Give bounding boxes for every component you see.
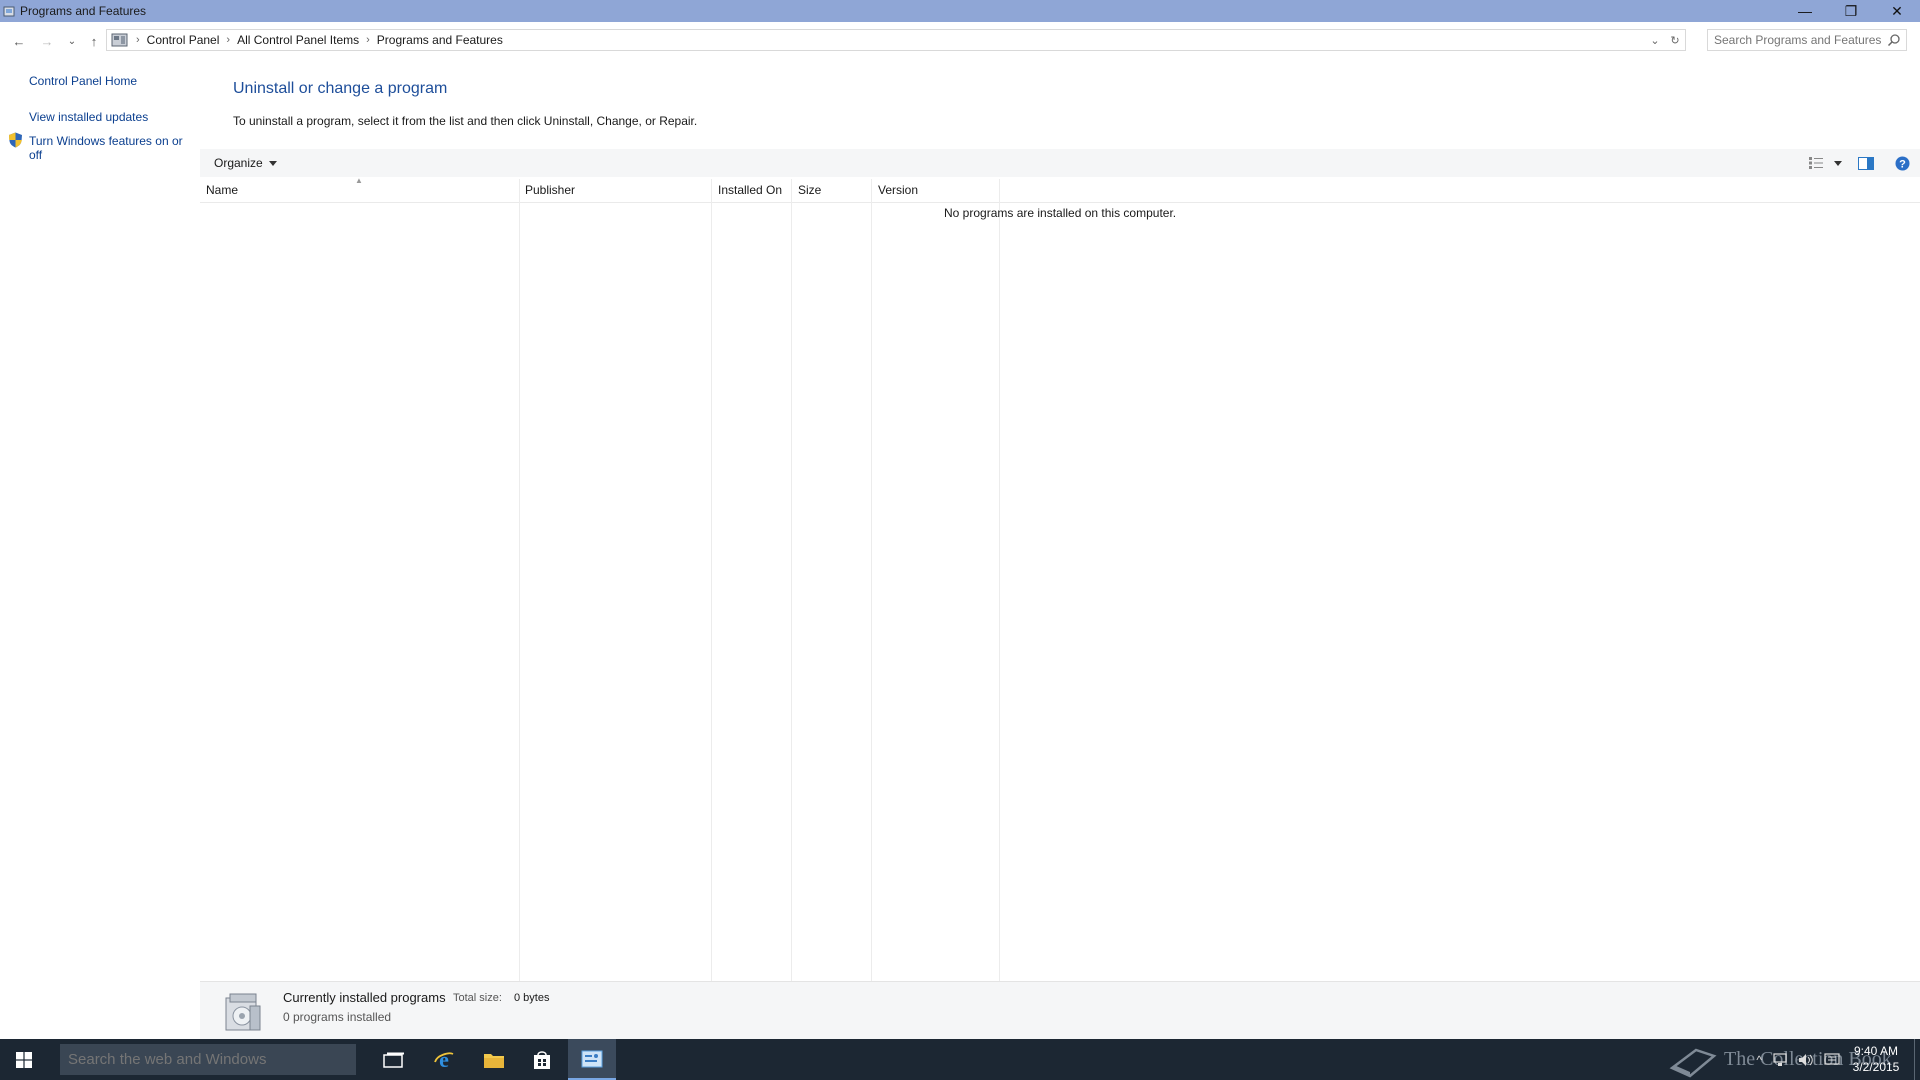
total-size-label: Total size: [453,992,502,1004]
organize-label: Organize [214,156,263,170]
internet-explorer-button[interactable]: e [420,1039,468,1080]
taskbar-search-input[interactable] [68,1051,348,1068]
file-explorer-button[interactable] [470,1039,518,1080]
breadcrumb-all-items[interactable]: All Control Panel Items [237,33,359,47]
svg-text:e: e [439,1049,449,1071]
system-tray: ^ [1756,1039,1840,1080]
clock[interactable]: 9:40 AM 3/2/2015 [1846,1043,1906,1075]
column-divider[interactable] [791,179,792,981]
window-title: Programs and Features [20,4,147,18]
address-dropdown-icon[interactable]: ⌄ [1645,30,1665,50]
restore-button[interactable]: ❐ [1828,0,1874,22]
taskbar-search-box[interactable] [60,1044,356,1075]
installed-programs-icon [225,993,261,1031]
view-options-button[interactable] [1828,149,1848,177]
clock-date: 3/2/2015 [1852,1060,1900,1074]
column-header-name[interactable]: Name [206,183,238,197]
store-button[interactable] [518,1039,566,1080]
up-button[interactable]: ↑ [83,30,105,52]
chevron-down-icon [1834,160,1842,166]
back-button[interactable]: ← [8,30,30,52]
address-bar: ← → ⌄ ↑ › Control Panel › All Control Pa… [0,29,1920,53]
windows-features-link-line1: Turn Windows features on or [29,134,183,148]
recent-locations-button[interactable]: ⌄ [61,30,83,52]
column-header-row: Name Publisher Installed On Size Version [200,179,1920,203]
view-installed-updates-link[interactable]: View installed updates [29,110,148,124]
show-hidden-icons-button[interactable]: ^ [1756,1053,1762,1067]
details-view-icon [1809,157,1823,169]
column-header-installed-on[interactable]: Installed On [718,183,782,197]
page-description: To uninstall a program, select it from t… [233,114,698,128]
column-divider[interactable] [999,179,1000,981]
help-button[interactable]: ? [1884,149,1920,177]
folder-icon [484,1053,504,1068]
breadcrumb-separator: › [366,34,370,46]
windows-logo-icon [16,1051,32,1068]
minimize-button[interactable]: — [1782,0,1828,22]
shield-icon [9,132,22,148]
column-divider[interactable] [711,179,712,981]
store-icon [534,1050,550,1069]
taskbar: e The Collection Book ^ 9:40 AM 3/2/2015 [0,1039,1920,1080]
column-header-publisher[interactable]: Publisher [525,183,575,197]
search-icon[interactable] [1887,33,1901,47]
organize-button[interactable]: Organize [214,156,277,170]
internet-explorer-icon: e [434,1049,454,1071]
column-divider[interactable] [519,179,520,981]
details-title: Currently installed programs [283,990,446,1005]
refresh-icon[interactable]: ↻ [1665,30,1685,50]
control-panel-icon [581,1050,603,1067]
column-divider[interactable] [871,179,872,981]
page-title: Uninstall or change a program [233,80,448,97]
breadcrumb[interactable]: › Control Panel › All Control Panel Item… [106,29,1686,51]
task-view-icon [383,1052,404,1068]
windows-features-link-line2: off [29,148,43,162]
preview-pane-icon [1858,156,1874,170]
column-header-version[interactable]: Version [878,183,918,197]
windows-features-link[interactable]: Turn Windows features on or off [29,134,183,162]
column-header-size[interactable]: Size [798,183,821,197]
book-logo-icon [1669,1048,1717,1077]
start-button[interactable] [0,1039,48,1080]
sort-ascending-icon: ▲ [355,176,363,185]
command-bar: Organize ? [200,149,1920,177]
svg-text:?: ? [1899,158,1906,170]
close-button[interactable]: ✕ [1874,0,1920,22]
task-view-button[interactable] [370,1039,418,1080]
clock-time: 9:40 AM [1853,1044,1899,1058]
control-panel-taskbar-button[interactable] [568,1039,616,1080]
help-icon: ? [1895,156,1909,170]
chevron-down-icon [268,160,277,166]
network-icon[interactable] [1772,1052,1788,1067]
forward-button[interactable]: → [36,30,58,52]
volume-icon[interactable] [1798,1053,1814,1067]
search-input[interactable] [1714,33,1884,47]
search-box[interactable] [1707,29,1907,51]
title-bar[interactable]: Programs and Features — ❐ ✕ [0,0,1920,22]
control-panel-icon [111,33,128,47]
breadcrumb-programs-features[interactable]: Programs and Features [377,33,503,47]
preview-pane-button[interactable] [1848,149,1884,177]
breadcrumb-separator: › [226,34,231,46]
programs-count: 0 programs installed [283,1010,392,1024]
change-view-button[interactable] [1804,149,1828,177]
action-center-icon[interactable] [1824,1052,1840,1067]
breadcrumb-control-panel[interactable]: Control Panel [147,33,220,47]
control-panel-home-link[interactable]: Control Panel Home [29,74,137,88]
show-desktop-button[interactable] [1914,1039,1920,1080]
details-pane: Currently installed programs Total size:… [200,981,1920,1039]
breadcrumb-separator: › [136,34,140,46]
total-size-value: 0 bytes [514,992,550,1004]
empty-list-message: No programs are installed on this comput… [944,206,1177,220]
programs-features-icon [2,4,16,18]
